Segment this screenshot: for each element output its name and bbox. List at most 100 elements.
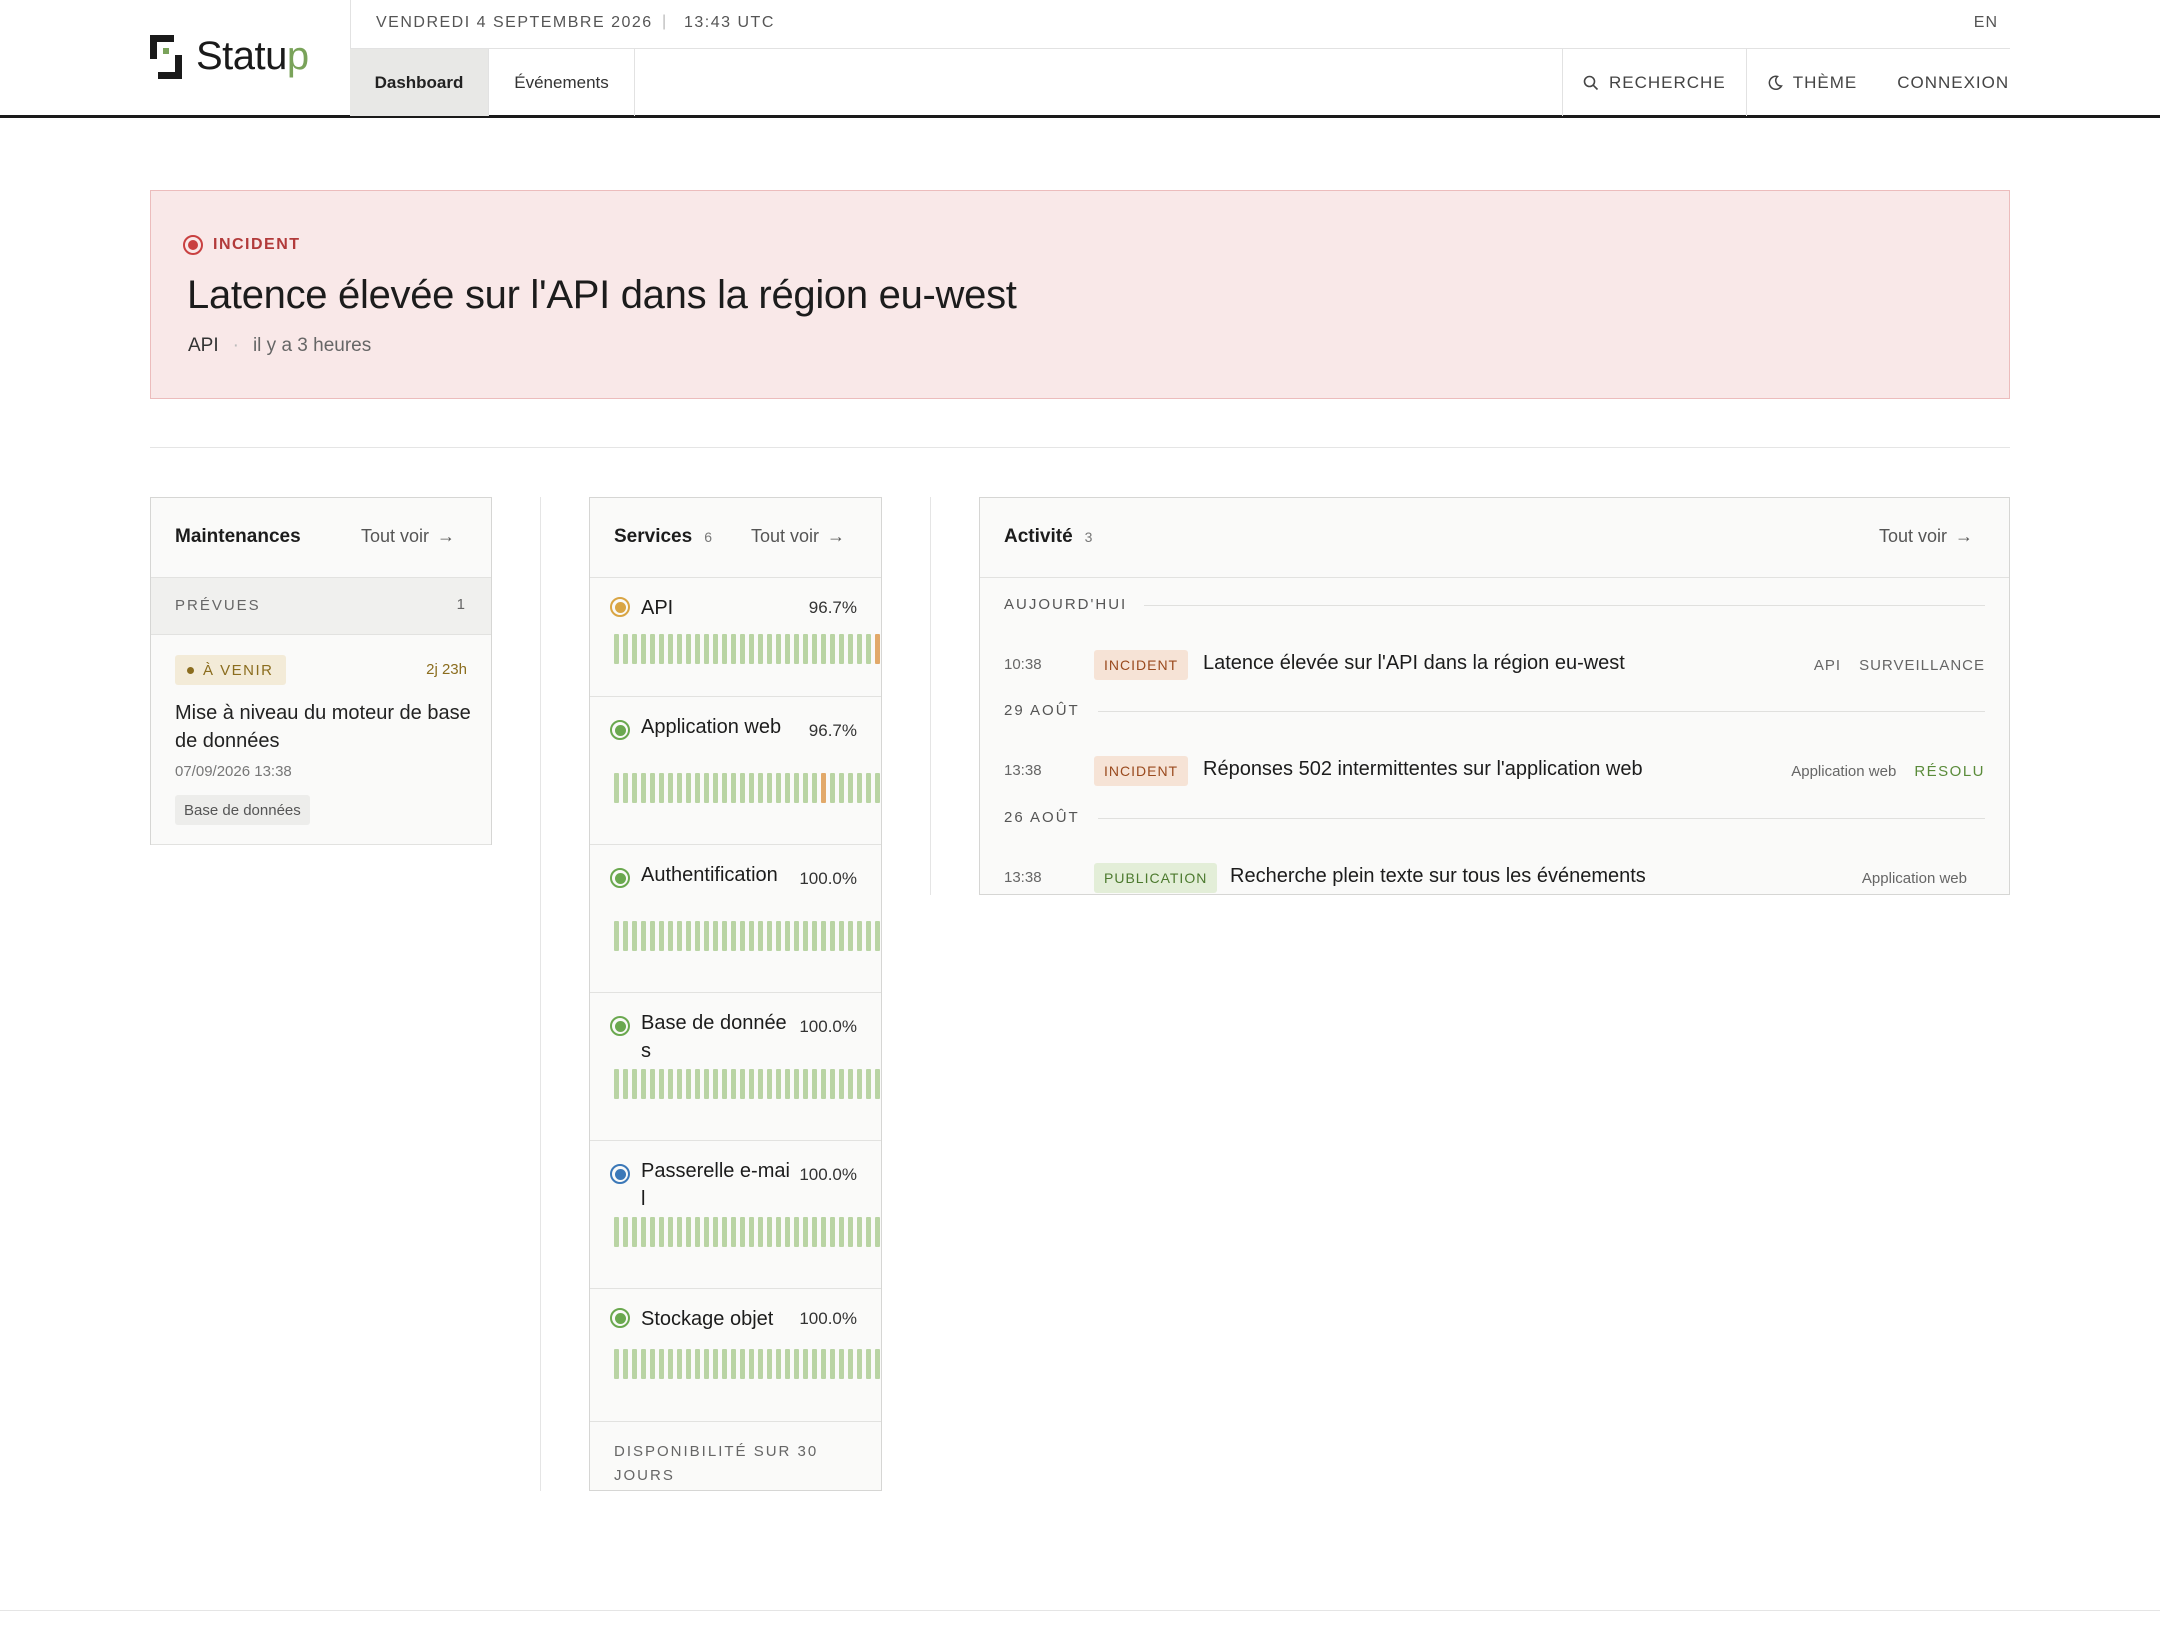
uptime-day-bar[interactable] — [641, 1069, 646, 1099]
activity-entry[interactable]: 10:38 INCIDENT Latence élevée sur l'API da… — [980, 646, 2009, 686]
uptime-day-bar[interactable] — [830, 1069, 835, 1099]
uptime-day-bar[interactable] — [830, 1217, 835, 1247]
services-view-all-link[interactable]: Tout voir → — [751, 526, 845, 547]
uptime-day-bar[interactable] — [740, 1069, 745, 1099]
uptime-day-bar[interactable] — [839, 1069, 844, 1099]
uptime-day-bar[interactable] — [686, 1217, 691, 1247]
uptime-day-bar[interactable] — [614, 1217, 619, 1247]
uptime-day-bar[interactable] — [731, 921, 736, 951]
uptime-day-bar[interactable] — [677, 1349, 682, 1379]
uptime-day-bar[interactable] — [866, 773, 871, 803]
uptime-day-bar[interactable] — [659, 1069, 664, 1099]
uptime-day-bar[interactable] — [857, 773, 862, 803]
uptime-day-bar[interactable] — [794, 1349, 799, 1379]
login-button[interactable]: CONNEXION — [1877, 49, 2029, 116]
uptime-day-bar[interactable] — [812, 634, 817, 664]
uptime-day-bar[interactable] — [803, 773, 808, 803]
uptime-day-bar[interactable] — [848, 773, 853, 803]
uptime-day-bar[interactable] — [614, 634, 619, 664]
uptime-day-bar[interactable] — [686, 921, 691, 951]
uptime-day-bar[interactable] — [722, 921, 727, 951]
uptime-day-bar[interactable] — [866, 1217, 871, 1247]
uptime-day-bar[interactable] — [803, 634, 808, 664]
uptime-day-bar[interactable] — [695, 1069, 700, 1099]
uptime-day-bar[interactable] — [659, 634, 664, 664]
uptime-day-bar[interactable] — [821, 1349, 826, 1379]
uptime-day-bar[interactable] — [731, 1069, 736, 1099]
uptime-day-bar[interactable] — [812, 1349, 817, 1379]
language-switch[interactable]: EN — [1974, 14, 1998, 32]
uptime-day-bar[interactable] — [740, 1349, 745, 1379]
uptime-day-bar[interactable] — [830, 1349, 835, 1379]
service-row[interactable]: Authentification 100.0% — [590, 845, 881, 993]
uptime-day-bar[interactable] — [686, 773, 691, 803]
uptime-day-bar[interactable] — [758, 634, 763, 664]
tab-dashboard[interactable]: Dashboard — [350, 49, 489, 116]
uptime-day-bar[interactable] — [767, 1217, 772, 1247]
uptime-day-bar[interactable] — [785, 1217, 790, 1247]
search-button[interactable]: RECHERCHE — [1562, 49, 1746, 116]
service-row[interactable]: Passerelle e-mail 100.0% — [590, 1141, 881, 1289]
uptime-day-bar[interactable] — [614, 1069, 619, 1099]
uptime-day-bar[interactable] — [776, 1069, 781, 1099]
service-row[interactable]: Base de données 100.0% — [590, 993, 881, 1141]
uptime-day-bar[interactable] — [614, 1349, 619, 1379]
uptime-day-bar[interactable] — [848, 1069, 853, 1099]
uptime-day-bar[interactable] — [785, 773, 790, 803]
incident-banner[interactable]: INCIDENT Latence élevée sur l'API dans l… — [150, 190, 2010, 399]
uptime-day-bar[interactable] — [713, 1217, 718, 1247]
uptime-day-bar[interactable] — [695, 1217, 700, 1247]
uptime-day-bar[interactable] — [812, 1069, 817, 1099]
uptime-day-bar[interactable] — [632, 1217, 637, 1247]
uptime-day-bar[interactable] — [866, 634, 871, 664]
uptime-day-bar[interactable] — [677, 1217, 682, 1247]
uptime-day-bar[interactable] — [623, 773, 628, 803]
uptime-day-bar[interactable] — [668, 1349, 673, 1379]
uptime-day-bar[interactable] — [704, 921, 709, 951]
uptime-day-bar[interactable] — [776, 773, 781, 803]
uptime-day-bar[interactable] — [848, 921, 853, 951]
uptime-day-bar[interactable] — [749, 773, 754, 803]
uptime-day-bar[interactable] — [677, 773, 682, 803]
uptime-day-bar[interactable] — [839, 1349, 844, 1379]
uptime-day-bar[interactable] — [704, 634, 709, 664]
uptime-day-bar[interactable] — [695, 773, 700, 803]
uptime-day-bar[interactable] — [812, 1217, 817, 1247]
uptime-day-bar[interactable] — [623, 1349, 628, 1379]
uptime-day-bar[interactable] — [623, 1069, 628, 1099]
uptime-day-bar[interactable] — [767, 921, 772, 951]
uptime-day-bar[interactable] — [785, 1069, 790, 1099]
activity-entry[interactable]: 13:38 PUBLICATION Recherche plein texte su… — [980, 859, 2009, 899]
uptime-day-bar[interactable] — [776, 921, 781, 951]
uptime-day-bar[interactable] — [650, 921, 655, 951]
uptime-day-bar[interactable] — [668, 1069, 673, 1099]
uptime-day-bar[interactable] — [659, 921, 664, 951]
uptime-day-bar[interactable] — [704, 773, 709, 803]
uptime-day-bar[interactable] — [650, 773, 655, 803]
uptime-day-bar[interactable] — [857, 1349, 862, 1379]
uptime-day-bar[interactable] — [767, 1349, 772, 1379]
uptime-day-bar[interactable] — [704, 1349, 709, 1379]
uptime-day-bar[interactable] — [632, 634, 637, 664]
uptime-day-bar[interactable] — [641, 634, 646, 664]
uptime-day-bar[interactable] — [722, 1217, 727, 1247]
uptime-day-bar[interactable] — [731, 1349, 736, 1379]
uptime-day-bar[interactable] — [650, 634, 655, 664]
uptime-day-bar[interactable] — [677, 921, 682, 951]
uptime-day-bar[interactable] — [803, 1349, 808, 1379]
uptime-day-bar[interactable] — [857, 1069, 862, 1099]
uptime-day-bar[interactable] — [740, 634, 745, 664]
uptime-day-bar[interactable] — [659, 1349, 664, 1379]
uptime-day-bar[interactable] — [785, 1349, 790, 1379]
uptime-day-bar[interactable] — [794, 921, 799, 951]
uptime-day-bar[interactable] — [830, 773, 835, 803]
uptime-day-bar[interactable] — [767, 773, 772, 803]
uptime-day-bar[interactable] — [713, 1349, 718, 1379]
uptime-day-bar[interactable] — [749, 921, 754, 951]
uptime-day-bar[interactable] — [821, 773, 826, 803]
uptime-day-bar[interactable] — [758, 773, 763, 803]
uptime-day-bar[interactable] — [722, 1349, 727, 1379]
activity-entry[interactable]: 13:38 INCIDENT Réponses 502 intermittentes… — [980, 752, 2009, 792]
uptime-day-bar[interactable] — [686, 634, 691, 664]
uptime-day-bar[interactable] — [632, 921, 637, 951]
